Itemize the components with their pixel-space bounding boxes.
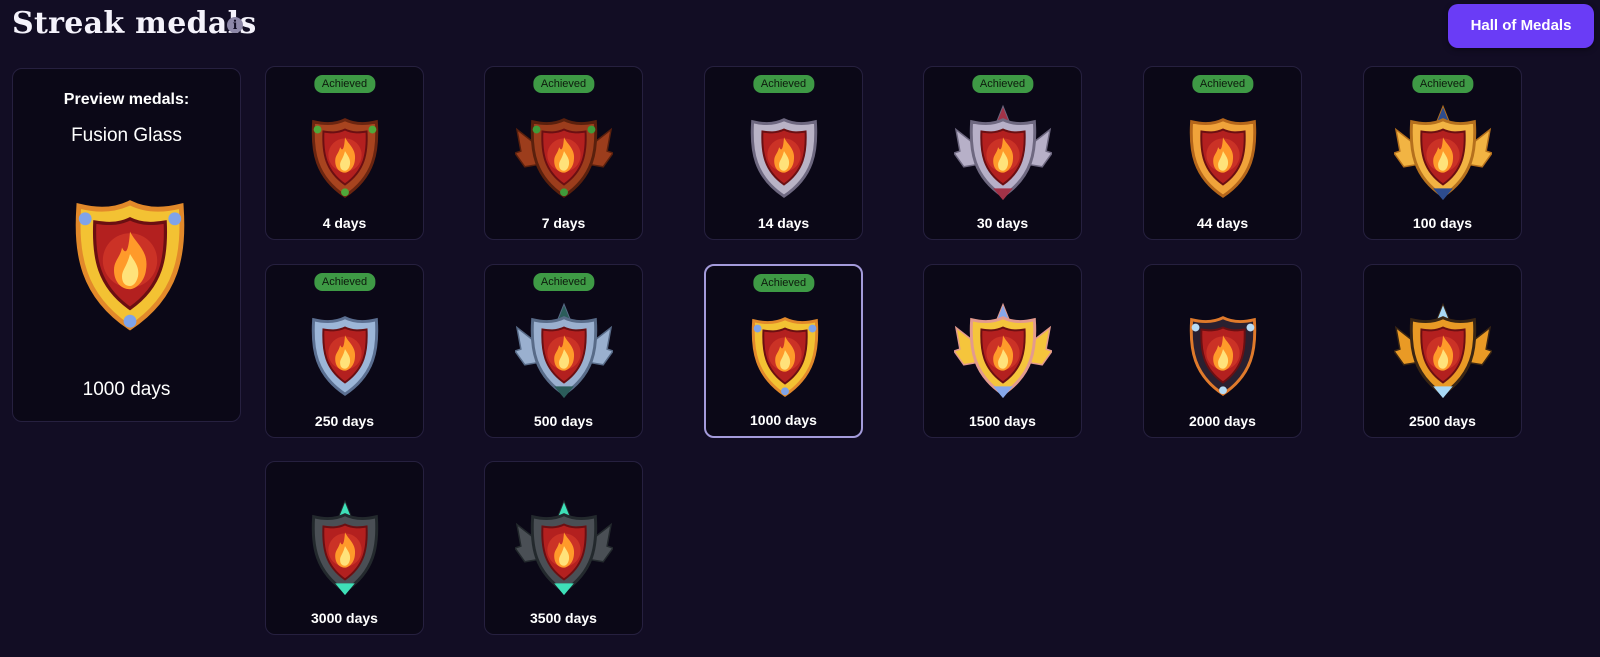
- medal-days-label: 4 days: [322, 215, 367, 231]
- preview-medal-icon: [75, 200, 185, 331]
- medal-days-label: 3500 days: [530, 610, 597, 626]
- info-icon[interactable]: i: [227, 17, 243, 33]
- medal-card[interactable]: Achieved 4 days: [265, 66, 424, 240]
- medal-card[interactable]: Achieved 250 days: [265, 264, 424, 438]
- medal-days-label: 250 days: [314, 413, 375, 429]
- medal-days-label: 2500 days: [1409, 413, 1476, 429]
- medal-card[interactable]: Achieved 500 days: [484, 264, 643, 438]
- medal-card[interactable]: 1500 days: [923, 264, 1082, 438]
- medal-icon: [311, 118, 379, 198]
- medal-icon: [1394, 104, 1492, 201]
- preview-days: 1000 days: [82, 379, 171, 400]
- medal-icon: [311, 499, 379, 596]
- achieved-badge: Achieved: [752, 274, 815, 292]
- preview-medal-name: Fusion Glass: [71, 125, 182, 146]
- achieved-badge: Achieved: [313, 273, 376, 291]
- medal-days-label: 3000 days: [311, 610, 378, 626]
- achieved-badge: Achieved: [971, 75, 1034, 93]
- medal-days-label: 44 days: [1196, 215, 1249, 231]
- medal-icon: [750, 118, 818, 198]
- achieved-badge: Achieved: [532, 273, 595, 291]
- medal-icon: [954, 104, 1052, 201]
- achieved-badge: Achieved: [1411, 75, 1474, 93]
- medal-card[interactable]: 2000 days: [1143, 264, 1302, 438]
- achieved-badge: Achieved: [1191, 75, 1254, 93]
- medal-icon: [1189, 316, 1257, 396]
- medal-card[interactable]: 3500 days: [484, 461, 643, 635]
- medal-days-label: 500 days: [533, 413, 594, 429]
- medal-days-label: 1000 days: [750, 412, 817, 428]
- medal-days-label: 1500 days: [969, 413, 1036, 429]
- hall-of-medals-button[interactable]: Hall of Medals: [1448, 4, 1594, 48]
- achieved-badge: Achieved: [532, 75, 595, 93]
- medal-icon: [1189, 118, 1257, 198]
- medal-card[interactable]: 3000 days: [265, 461, 424, 635]
- medal-icon: [1394, 302, 1492, 399]
- medal-icon: [751, 317, 819, 397]
- medal-days-label: 30 days: [976, 215, 1029, 231]
- medal-days-label: 2000 days: [1189, 413, 1256, 429]
- medal-icon: [515, 118, 613, 198]
- medal-icon: [311, 316, 379, 396]
- preview-label: Preview medals:: [63, 91, 190, 108]
- medal-card[interactable]: 2500 days: [1363, 264, 1522, 438]
- medal-icon: [515, 499, 613, 596]
- medal-icon: [954, 302, 1052, 399]
- achieved-badge: Achieved: [313, 75, 376, 93]
- medal-card[interactable]: Achieved 30 days: [923, 66, 1082, 240]
- medal-icon: [515, 302, 613, 399]
- medal-card[interactable]: Achieved 7 days: [484, 66, 643, 240]
- preview-panel: Preview medals: Fusion Glass 1000 days: [12, 68, 241, 422]
- medal-days-label: 7 days: [541, 215, 586, 231]
- medal-card[interactable]: Achieved 100 days: [1363, 66, 1522, 240]
- medal-days-label: 100 days: [1412, 215, 1473, 231]
- medal-card[interactable]: Achieved 1000 days: [704, 264, 863, 438]
- medal-days-label: 14 days: [757, 215, 810, 231]
- medal-card[interactable]: Achieved 44 days: [1143, 66, 1302, 240]
- medal-card[interactable]: Achieved 14 days: [704, 66, 863, 240]
- achieved-badge: Achieved: [752, 75, 815, 93]
- page-title: Streak medals: [12, 6, 257, 41]
